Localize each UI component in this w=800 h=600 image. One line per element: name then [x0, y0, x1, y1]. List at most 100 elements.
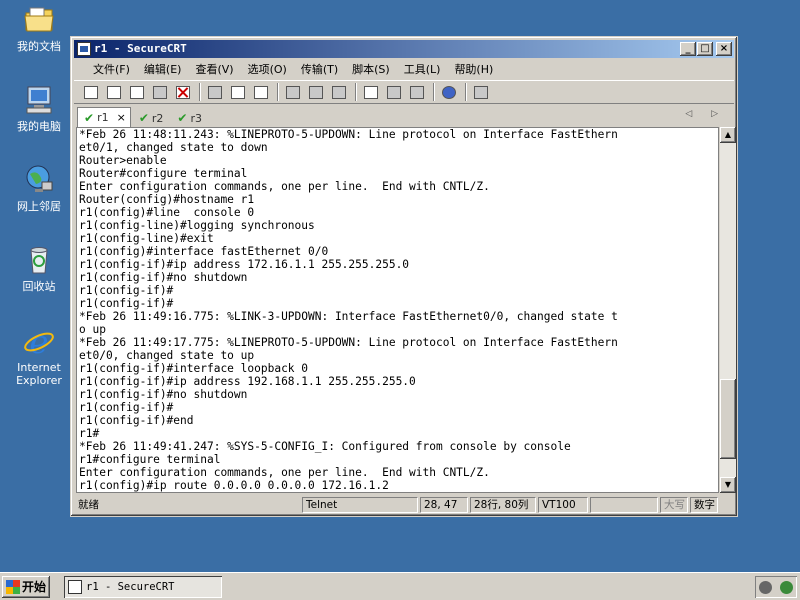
reconnect-button[interactable] — [151, 83, 169, 101]
session-options-button[interactable] — [362, 83, 380, 101]
terminal-line: r1#configure terminal — [79, 453, 221, 466]
terminal-line: Enter configuration commands, one per li… — [79, 180, 490, 193]
tab-r3[interactable]: ✔ r3 — [171, 109, 208, 127]
taskbar-item-securecrt[interactable]: r1 - SecureCRT — [64, 576, 222, 598]
terminal-output[interactable]: *Feb 26 11:48:11.243: %LINEPROTO-5-UPDOW… — [76, 127, 719, 493]
tray-network-icon[interactable] — [780, 580, 793, 594]
scroll-up-button[interactable]: ▲ — [720, 127, 736, 143]
terminal-line: r1(config-line)#exit — [79, 232, 214, 245]
desktop-icon-my-documents[interactable]: 我的文档 — [6, 4, 72, 53]
status-empty — [590, 497, 658, 513]
desktop-icon-recycle-bin[interactable]: 回收站 — [6, 244, 72, 293]
menu-script[interactable]: 脚本(S) — [345, 61, 397, 77]
screen-icon — [474, 85, 488, 99]
menu-file[interactable]: 文件(F) — [86, 61, 137, 77]
terminal-line: r1(config-if)# — [79, 297, 174, 310]
toolbar-separator — [465, 83, 467, 101]
svg-text:e: e — [30, 325, 49, 357]
tray-icon[interactable] — [759, 580, 772, 594]
desktop-icon-label: 我的文档 — [17, 40, 61, 53]
scroll-thumb[interactable] — [720, 379, 736, 460]
start-button[interactable]: 开始 — [2, 576, 50, 598]
terminal-line: r1(config-if)#interface loopback 0 — [79, 362, 309, 375]
tab-r2[interactable]: ✔ r2 — [133, 109, 170, 127]
tab-label: r1 — [97, 111, 109, 124]
toolbar-separator — [433, 83, 435, 101]
securecrt-window: r1 - SecureCRT _ □ × 文件(F) 编辑(E) 查看(V) 选… — [70, 36, 738, 517]
terminal-line: r1(config)#interface fastEthernet 0/0 — [79, 245, 329, 258]
menu-options[interactable]: 选项(O) — [241, 61, 294, 77]
terminal-line: *Feb 26 11:49:41.247: %SYS-5-CONFIG_I: C… — [79, 440, 571, 453]
printer-button[interactable] — [330, 83, 348, 101]
toolbar-separator — [355, 83, 357, 101]
terminal-line: r1(config-if)#ip address 192.168.1.1 255… — [79, 375, 416, 388]
desktop-icon-internet-explorer[interactable]: e Internet Explorer — [6, 325, 72, 387]
menu-help[interactable]: 帮助(H) — [447, 61, 500, 77]
quick-connect-button[interactable] — [105, 83, 123, 101]
connected-check-icon: ✔ — [138, 111, 149, 125]
print-selection-icon — [309, 85, 323, 99]
minimize-button[interactable]: _ — [680, 42, 696, 56]
terminal-line: r1(config-line)#logging synchronous — [79, 219, 315, 232]
status-caps: 大写 — [660, 497, 688, 513]
status-size: 28行, 80列 — [470, 497, 536, 513]
tab-r1[interactable]: ✔ r1 × — [77, 107, 131, 127]
paste-button[interactable] — [229, 83, 247, 101]
keymap-button[interactable] — [408, 83, 426, 101]
computer-icon — [26, 86, 52, 114]
printer-icon — [332, 85, 346, 99]
menu-tools[interactable]: 工具(L) — [397, 61, 448, 77]
desktop-icon-network[interactable]: 网上邻居 — [6, 164, 72, 213]
session-options-icon — [364, 85, 378, 99]
help-icon — [442, 85, 456, 99]
paste-icon — [231, 85, 245, 99]
terminal-line: Router>enable — [79, 154, 167, 167]
terminal-line: Enter configuration commands, one per li… — [79, 466, 490, 479]
scroll-down-button[interactable]: ▼ — [720, 477, 736, 493]
maximize-button[interactable]: □ — [697, 42, 713, 56]
toolbar — [74, 80, 734, 104]
desktop-icon-label: 回收站 — [22, 280, 56, 293]
menu-bar: 文件(F) 编辑(E) 查看(V) 选项(O) 传输(T) 脚本(S) 工具(L… — [74, 59, 734, 79]
tab-label: r3 — [190, 111, 202, 125]
tab-close-icon[interactable]: × — [117, 111, 126, 124]
desktop-icon-my-computer[interactable]: 我的电脑 — [6, 84, 72, 133]
find-button[interactable] — [252, 83, 270, 101]
status-emulation: VT100 — [538, 497, 588, 513]
terminal-line: r1(config-if)#ip address 172.16.1.1 255.… — [79, 258, 410, 271]
desktop-icon-label: Internet — [17, 361, 61, 374]
terminal-line: Router#configure terminal — [79, 167, 248, 180]
window-titlebar[interactable]: r1 - SecureCRT _ □ × — [74, 40, 734, 58]
connect-button[interactable] — [82, 83, 100, 101]
desktop-icon-label: 网上邻居 — [17, 200, 61, 213]
global-options-button[interactable] — [385, 83, 403, 101]
terminal-line: et0/1, changed state to down — [79, 141, 268, 154]
windows-logo-icon — [6, 580, 20, 594]
connect-in-tab-button[interactable] — [128, 83, 146, 101]
tab-scroll-arrows-icon[interactable]: ◁ ▷ — [685, 109, 726, 119]
connect-tab-icon — [130, 85, 144, 99]
terminal-line: r1(config-if)#no shutdown — [79, 388, 248, 401]
vertical-scrollbar[interactable]: ▲ ▼ — [720, 127, 736, 493]
start-label: 开始 — [22, 580, 47, 594]
globe-network-icon — [26, 165, 53, 192]
terminal-line: *Feb 26 11:49:16.775: %LINK-3-UPDOWN: In… — [79, 310, 618, 323]
securecrt-app-icon[interactable] — [77, 42, 91, 56]
menu-view[interactable]: 查看(V) — [188, 61, 240, 77]
screenshot-button[interactable] — [472, 83, 490, 101]
terminal-line: *Feb 26 11:48:11.243: %LINEPROTO-5-UPDOW… — [79, 128, 618, 141]
print-button[interactable] — [284, 83, 302, 101]
help-button[interactable] — [440, 83, 458, 101]
menu-transfer[interactable]: 传输(T) — [294, 61, 345, 77]
terminal-line: r1(config)#ip route 0.0.0.0 0.0.0.0 172.… — [79, 479, 389, 492]
close-button[interactable]: × — [716, 42, 732, 56]
system-tray — [755, 576, 797, 598]
status-text: 就绪 — [78, 499, 99, 511]
copy-button[interactable] — [206, 83, 224, 101]
print-selection-button[interactable] — [307, 83, 325, 101]
toolbar-separator — [277, 83, 279, 101]
menu-edit[interactable]: 编辑(E) — [137, 61, 189, 77]
disconnect-button[interactable] — [174, 83, 192, 101]
status-bar: 就绪 Telnet 28, 47 28行, 80列 VT100 大写 数字 — [74, 496, 734, 514]
tab-label: r2 — [151, 111, 164, 125]
